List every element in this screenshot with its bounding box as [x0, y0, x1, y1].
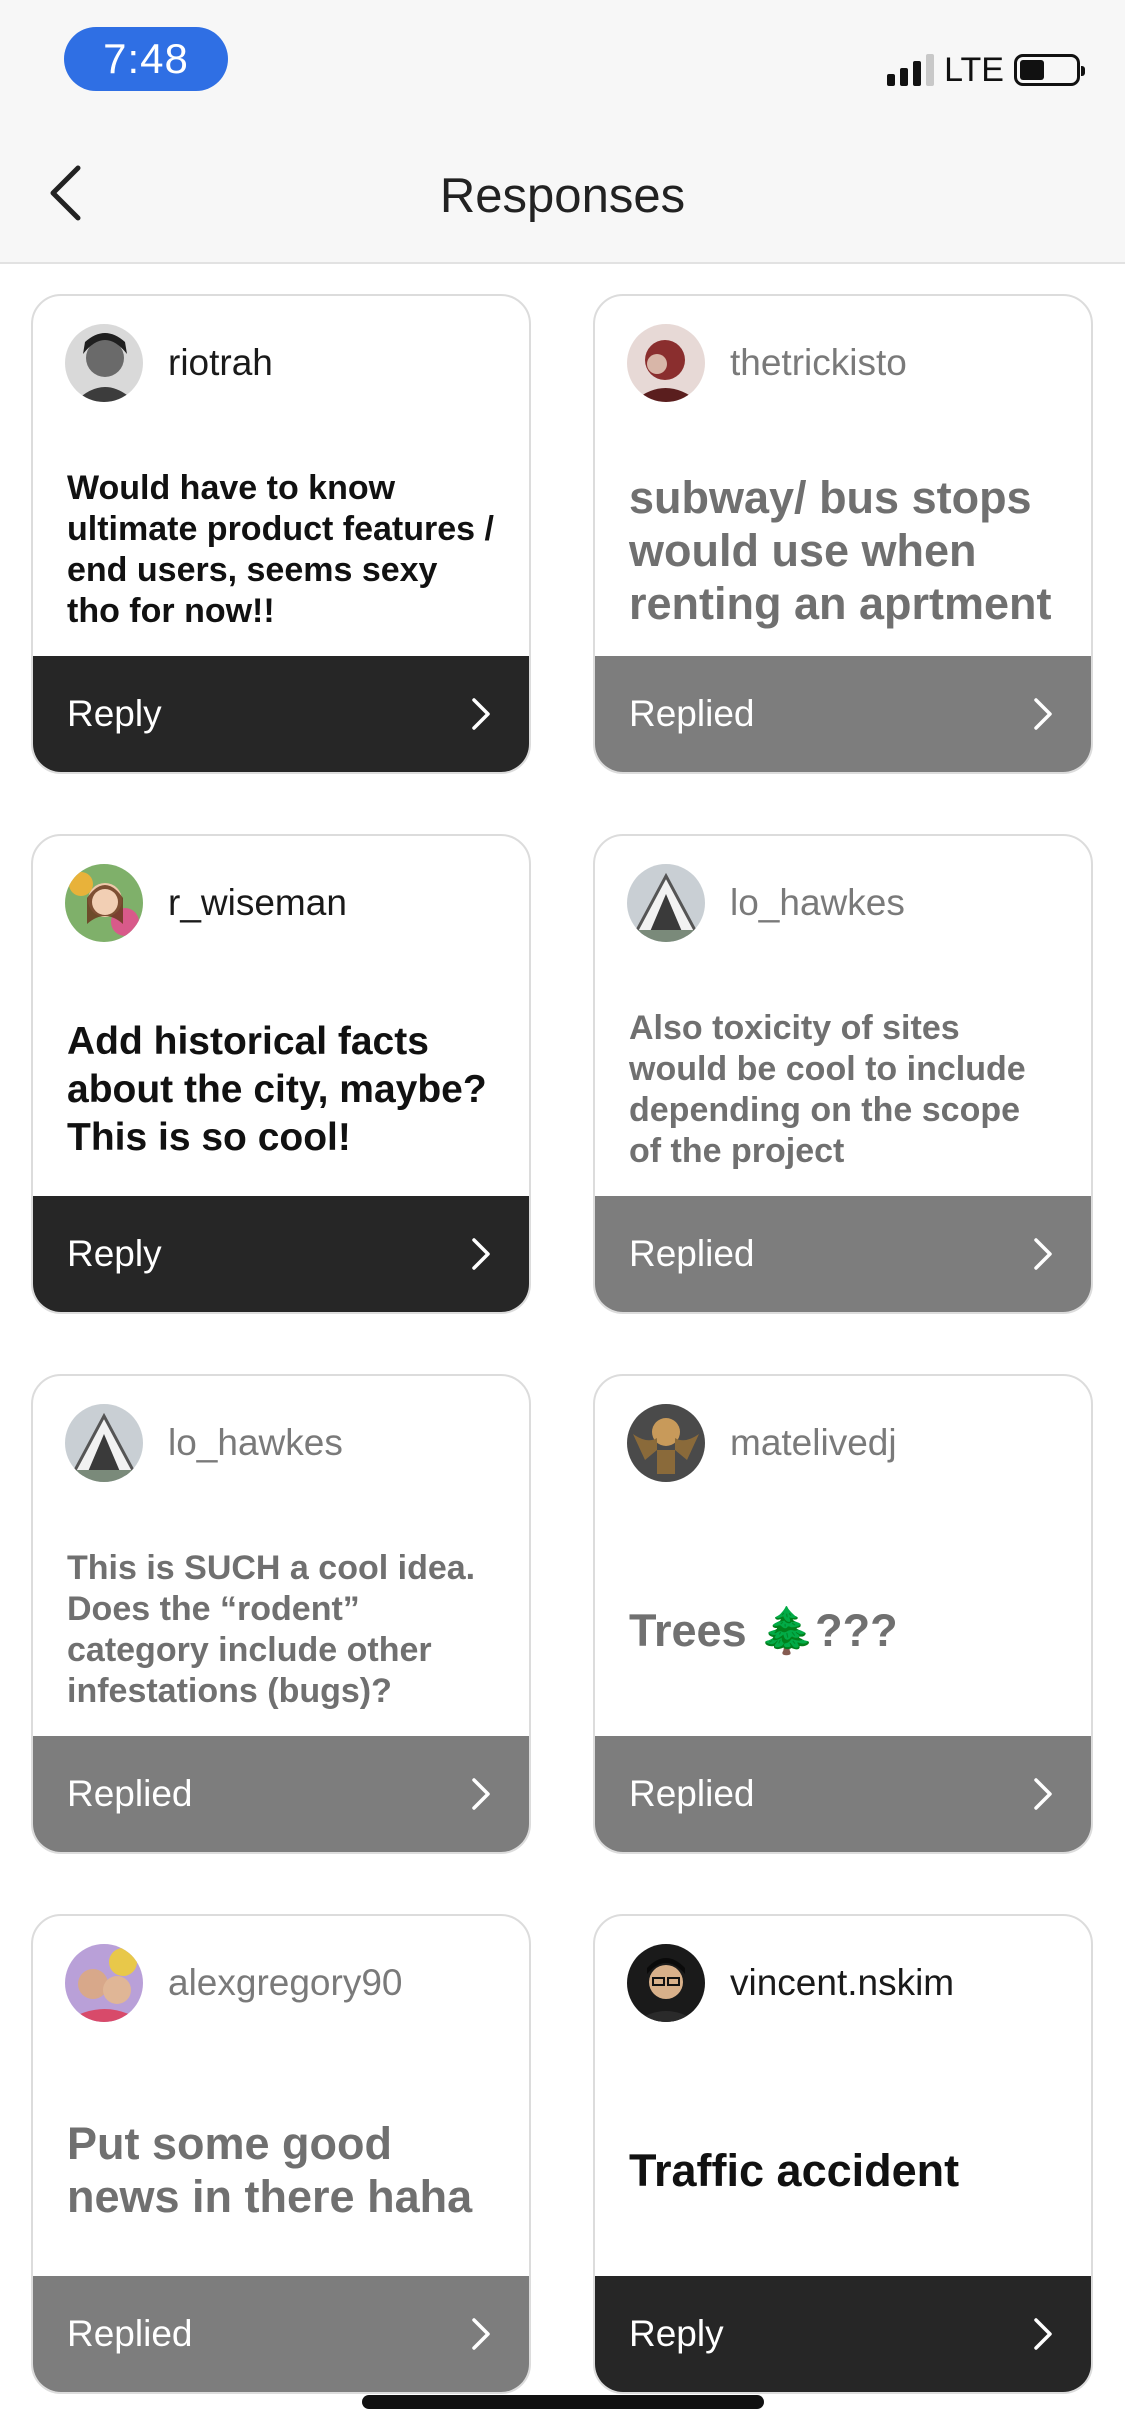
username[interactable]: lo_hawkes — [168, 1422, 343, 1464]
battery-icon — [1014, 54, 1085, 86]
avatar[interactable] — [65, 864, 143, 942]
username[interactable]: alexgregory90 — [168, 1962, 402, 2004]
avatar[interactable] — [65, 1944, 143, 2022]
response-card: r_wiseman Add historical facts about the… — [31, 834, 531, 1314]
avatar[interactable] — [627, 864, 705, 942]
chevron-right-icon — [472, 1238, 490, 1270]
avatar[interactable] — [65, 324, 143, 402]
chevron-right-icon — [1034, 1238, 1052, 1270]
chevron-right-icon — [1034, 2318, 1052, 2350]
replied-button[interactable]: Replied — [595, 1736, 1091, 1852]
response-text: Would have to know ultimate product feat… — [67, 469, 494, 630]
response-card: riotrah Would have to know ultimate prod… — [31, 294, 531, 774]
username[interactable]: matelivedj — [730, 1422, 897, 1464]
card-header: lo_hawkes — [65, 1404, 343, 1482]
status-time[interactable]: 7:48 — [64, 27, 228, 91]
username[interactable]: vincent.nskim — [730, 1962, 954, 2004]
chevron-right-icon — [472, 698, 490, 730]
reply-button[interactable]: Reply — [33, 656, 529, 772]
status-bar: 7:48 LTE — [0, 0, 1125, 134]
response-text: Trees 🌲??? — [629, 1604, 898, 1656]
response-card: lo_hawkes Also toxicity of sites would b… — [593, 834, 1093, 1314]
card-header: alexgregory90 — [65, 1944, 402, 2022]
username[interactable]: lo_hawkes — [730, 882, 905, 924]
replied-button-label: Replied — [629, 693, 755, 734]
reply-button-label: Reply — [629, 2313, 724, 2354]
avatar[interactable] — [65, 1404, 143, 1482]
card-header: lo_hawkes — [627, 864, 905, 942]
avatar[interactable] — [627, 1944, 705, 2022]
chevron-right-icon — [472, 2318, 490, 2350]
username[interactable]: riotrah — [168, 342, 273, 384]
response-card: matelivedj Trees 🌲??? Replied — [593, 1374, 1093, 1854]
avatar[interactable] — [627, 1404, 705, 1482]
avatar[interactable] — [627, 324, 705, 402]
response-card: lo_hawkes This is SUCH a cool idea. Does… — [31, 1374, 531, 1854]
response-card: thetrickisto subway/ bus stops would use… — [593, 294, 1093, 774]
card-header: r_wiseman — [65, 864, 347, 942]
response-card: alexgregory90 Put some good news in ther… — [31, 1914, 531, 2394]
card-header: riotrah — [65, 324, 273, 402]
responses-grid: riotrah Would have to know ultimate prod… — [31, 294, 1095, 2394]
page-title: Responses — [439, 169, 686, 223]
card-header: matelivedj — [627, 1404, 897, 1482]
network-type: LTE — [944, 50, 1004, 89]
cellular-signal-icon — [887, 54, 935, 86]
replied-button-label: Replied — [67, 1773, 193, 1814]
reply-button-label: Reply — [67, 1233, 162, 1274]
response-card: vincent.nskim Traffic accident Reply — [593, 1914, 1093, 2394]
chevron-right-icon — [1034, 698, 1052, 730]
reply-button[interactable]: Reply — [33, 1196, 529, 1312]
replied-button-label: Replied — [629, 1233, 755, 1274]
response-text: Traffic accident — [629, 2144, 960, 2196]
replied-button-label: Replied — [67, 2313, 193, 2354]
response-text: Also toxicity of sites would be cool to … — [629, 1009, 1026, 1170]
response-text: This is SUCH a cool idea. Does the “rode… — [67, 1549, 476, 1710]
replied-button[interactable]: Replied — [595, 1196, 1091, 1312]
replied-button[interactable]: Replied — [595, 656, 1091, 772]
response-text: Add historical facts about the city, may… — [67, 1020, 487, 1159]
response-text: subway/ bus stops would use when renting… — [629, 471, 1052, 629]
replied-button[interactable]: Replied — [33, 2276, 529, 2392]
username[interactable]: r_wiseman — [168, 882, 347, 924]
card-header: vincent.nskim — [627, 1944, 954, 2022]
chevron-right-icon — [1034, 1778, 1052, 1810]
home-indicator[interactable] — [362, 2395, 764, 2409]
username[interactable]: thetrickisto — [730, 342, 907, 384]
navigation-bar: Responses — [0, 134, 1125, 264]
status-indicators: LTE — [887, 50, 1085, 90]
reply-button[interactable]: Reply — [595, 2276, 1091, 2392]
replied-button-label: Replied — [629, 1773, 755, 1814]
reply-button-label: Reply — [67, 693, 162, 734]
chevron-right-icon — [472, 1778, 490, 1810]
card-header: thetrickisto — [627, 324, 907, 402]
response-text: Put some good news in there haha — [67, 2118, 473, 2222]
replied-button[interactable]: Replied — [33, 1736, 529, 1852]
